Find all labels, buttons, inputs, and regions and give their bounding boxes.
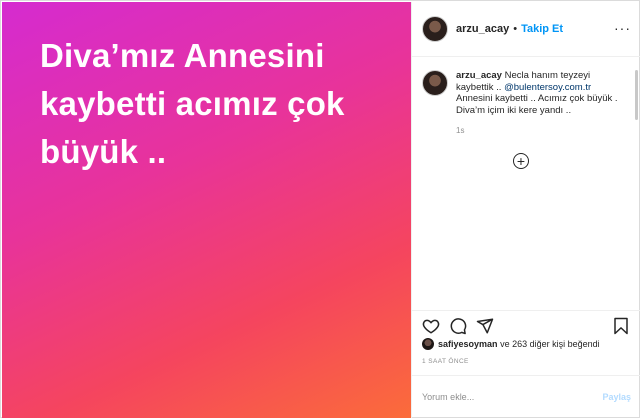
heart-icon[interactable] [422,317,440,335]
more-options-icon[interactable]: ··· [614,20,631,36]
comments-scrollbar[interactable] [635,70,638,120]
likes-summary: safiyesoyman ve 263 diğer kişi beğendi [422,338,600,350]
liker-username[interactable]: safiyesoyman [438,339,498,349]
action-bar [412,310,640,336]
avatar[interactable] [422,16,448,42]
caption-text-part: Annesini kaybetti .. Acımız çok büyük . … [456,93,618,116]
bookmark-icon[interactable] [612,317,630,335]
comment-box: Paylaş [412,375,640,418]
liker-avatar[interactable] [422,338,434,350]
post-image[interactable]: Diva’mız Annesini kaybetti acımız çok bü… [2,2,411,418]
likes-count-text[interactable]: ve 263 diğer kişi beğendi [500,339,600,349]
post-comment-button[interactable]: Paylaş [602,392,631,402]
plus-circle-icon[interactable]: + [513,153,529,169]
caption-time: 1s [456,126,465,135]
share-icon[interactable] [476,317,494,335]
mention-link[interactable]: @bulentersoy.com.tr [504,82,591,93]
post-image-text: Diva’mız Annesini kaybetti acımız çok bü… [40,32,380,176]
caption-text: arzu_acay Necla hanım teyzeyi kaybettik … [456,70,626,116]
image-text-line: Diva’mız Annesini [40,37,325,74]
caption-username[interactable]: arzu_acay [456,70,502,81]
comment-icon[interactable] [449,317,467,335]
post-header: arzu_acay • Takip Et ··· [412,2,640,57]
comments-area: arzu_acay Necla hanım teyzeyi kaybettik … [412,58,640,308]
header-separator: • [513,23,518,35]
post-dialog: Diva’mız Annesini kaybetti acımız çok bü… [0,0,640,418]
image-text-line: kaybetti acımız çok [40,85,345,122]
caption-avatar[interactable] [422,70,448,96]
post-timestamp: 1 SAAT ÖNCE [422,358,469,365]
header-username[interactable]: arzu_acay [456,23,509,35]
image-text-line: büyük .. [40,133,167,170]
post-sidebar: arzu_acay • Takip Et ··· arzu_acay Necla… [411,2,640,418]
caption-row: arzu_acay Necla hanım teyzeyi kaybettik … [422,70,627,116]
follow-button[interactable]: Takip Et [521,23,563,35]
comment-input[interactable] [422,392,603,402]
